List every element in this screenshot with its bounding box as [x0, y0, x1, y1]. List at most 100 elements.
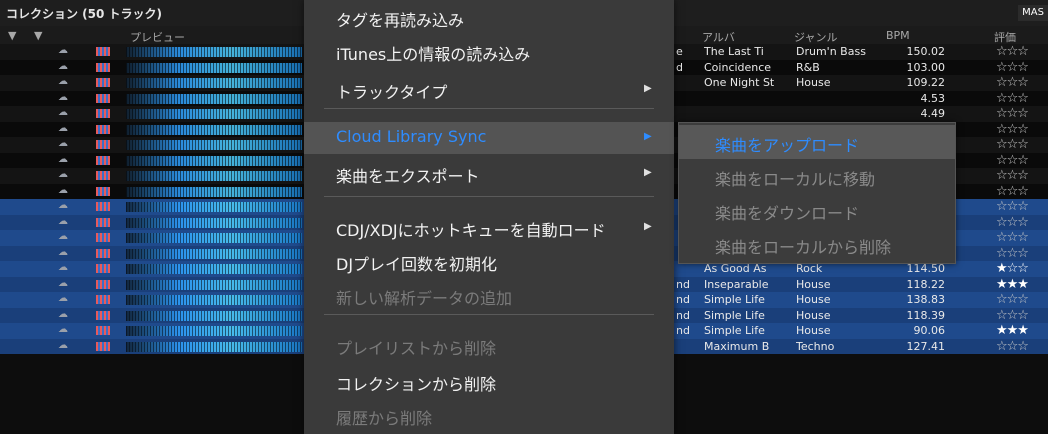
menu-item[interactable]: iTunes上の情報の読み込み — [304, 36, 674, 68]
menu-item-label: コレクションから削除 — [336, 375, 497, 394]
album-cell: Maximum B — [704, 339, 770, 353]
artist-cell: nd — [676, 277, 690, 291]
menu-separator — [324, 314, 654, 315]
menu-item[interactable]: Cloud Library Sync ▶ — [304, 122, 674, 154]
menu-item-label: CDJ/XDJにホットキューを自動ロード — [336, 221, 606, 240]
rating-stars[interactable]: ☆☆☆ — [996, 308, 1029, 323]
rating-stars[interactable]: ☆☆☆ — [996, 184, 1029, 199]
album-cell: Coincidence — [704, 60, 772, 74]
cloud-icon[interactable]: ☁ — [58, 92, 68, 103]
rating-stars[interactable]: ☆☆☆ — [996, 215, 1029, 230]
menu-item[interactable]: DJプレイ回数を初期化 — [304, 246, 674, 278]
waveform-preview[interactable] — [126, 248, 302, 259]
menu-item[interactable]: 楽曲をエクスポート ▶ — [304, 158, 674, 190]
rating-stars[interactable]: ☆☆☆ — [996, 106, 1029, 121]
waveform-preview[interactable] — [126, 155, 302, 166]
waveform-preview[interactable] — [126, 217, 302, 228]
rating-stars[interactable]: ☆☆☆ — [996, 168, 1029, 183]
cloud-icon[interactable]: ☁ — [58, 262, 68, 273]
cloud-icon[interactable]: ☁ — [58, 76, 68, 87]
bpm-cell: 109.22 — [906, 76, 946, 89]
rating-stars[interactable]: ☆☆☆ — [996, 122, 1029, 137]
rating-stars[interactable]: ☆☆☆ — [996, 339, 1029, 354]
menu-item[interactable]: トラックタイプ ▶ — [304, 74, 674, 106]
album-cell: Simple Life — [704, 324, 765, 337]
waveform-preview[interactable] — [126, 279, 302, 290]
rating-stars[interactable]: ☆☆☆ — [996, 91, 1029, 106]
cloud-icon[interactable]: ☁ — [58, 107, 68, 118]
waveform-preview[interactable] — [126, 78, 302, 88]
waveform-preview[interactable] — [126, 264, 302, 274]
waveform-preview[interactable] — [126, 310, 302, 321]
menu-separator — [324, 108, 654, 109]
cloud-icon[interactable]: ☁ — [58, 278, 68, 289]
heatmap-icon — [96, 202, 110, 211]
rating-stars[interactable]: ☆☆☆ — [996, 137, 1029, 152]
genre-cell: Techno — [796, 339, 835, 353]
genre-cell: Drum'n Bass — [796, 45, 866, 58]
heatmap-icon — [96, 109, 110, 118]
waveform-preview[interactable] — [126, 93, 302, 104]
waveform-preview[interactable] — [126, 47, 302, 57]
cloud-icon[interactable]: ☁ — [58, 45, 68, 56]
rating-stars[interactable]: ☆☆☆ — [996, 60, 1029, 75]
cloud-icon[interactable]: ☁ — [58, 138, 68, 149]
waveform-preview[interactable] — [126, 295, 302, 305]
waveform-preview[interactable] — [126, 202, 302, 212]
cloud-icon[interactable]: ☁ — [58, 309, 68, 320]
submenu-item[interactable]: 楽曲をアップロード — [679, 125, 955, 159]
rating-stars[interactable]: ☆☆☆ — [996, 75, 1029, 90]
waveform-preview[interactable] — [126, 62, 302, 73]
genre-cell: House — [796, 277, 831, 291]
heatmap-icon — [96, 78, 110, 87]
waveform-preview[interactable] — [126, 140, 302, 150]
menu-item-label: iTunes上の情報の読み込み — [336, 45, 531, 64]
cloud-icon[interactable]: ☁ — [58, 324, 68, 335]
column-album[interactable]: アルバ — [702, 29, 735, 45]
cloud-icon[interactable]: ☁ — [58, 154, 68, 165]
cloud-icon[interactable]: ☁ — [58, 123, 68, 134]
rating-stars[interactable]: ★★★ — [996, 323, 1029, 338]
rating-stars[interactable]: ☆☆☆ — [996, 44, 1029, 59]
column-genre[interactable]: ジャンル — [794, 29, 837, 45]
filter-icon[interactable]: ▼ — [34, 29, 42, 42]
column-rating[interactable]: 評価 — [994, 29, 1016, 45]
chevron-right-icon: ▶ — [644, 167, 652, 178]
cloud-icon[interactable]: ☁ — [58, 216, 68, 227]
chevron-right-icon: ▶ — [644, 131, 652, 142]
rating-stars[interactable]: ★☆☆ — [996, 261, 1029, 276]
waveform-preview[interactable] — [126, 109, 302, 119]
artist-cell: nd — [676, 308, 690, 322]
menu-item[interactable]: タグを再読み込み — [304, 2, 674, 34]
genre-cell: House — [796, 76, 831, 89]
mas-button[interactable]: MAS — [1018, 5, 1048, 21]
submenu-item-label: 楽曲をローカルから削除 — [715, 238, 892, 257]
column-bpm[interactable]: BPM — [886, 29, 910, 42]
genre-cell: R&B — [796, 60, 820, 74]
rating-stars[interactable]: ☆☆☆ — [996, 230, 1029, 245]
menu-item[interactable]: CDJ/XDJにホットキューを自動ロード ▶ — [304, 212, 674, 244]
rating-stars[interactable]: ☆☆☆ — [996, 292, 1029, 307]
filter-icon[interactable]: ▼ — [8, 29, 16, 42]
bpm-cell: 4.53 — [920, 91, 946, 105]
waveform-preview[interactable] — [126, 171, 302, 181]
cloud-icon[interactable]: ☁ — [58, 185, 68, 196]
waveform-preview[interactable] — [126, 186, 302, 197]
cloud-icon[interactable]: ☁ — [58, 293, 68, 304]
rating-stars[interactable]: ☆☆☆ — [996, 199, 1029, 214]
cloud-icon[interactable]: ☁ — [58, 169, 68, 180]
menu-item[interactable]: コレクションから削除 — [304, 366, 674, 398]
cloud-icon[interactable]: ☁ — [58, 340, 68, 351]
cloud-icon[interactable]: ☁ — [58, 200, 68, 211]
column-preview[interactable]: プレビュー — [130, 29, 185, 45]
waveform-preview[interactable] — [126, 341, 302, 352]
waveform-preview[interactable] — [126, 124, 302, 135]
rating-stars[interactable]: ☆☆☆ — [996, 246, 1029, 261]
cloud-icon[interactable]: ☁ — [58, 231, 68, 242]
cloud-icon[interactable]: ☁ — [58, 61, 68, 72]
waveform-preview[interactable] — [126, 233, 302, 243]
rating-stars[interactable]: ★★★ — [996, 277, 1029, 292]
cloud-icon[interactable]: ☁ — [58, 247, 68, 258]
waveform-preview[interactable] — [126, 326, 302, 336]
rating-stars[interactable]: ☆☆☆ — [996, 153, 1029, 168]
